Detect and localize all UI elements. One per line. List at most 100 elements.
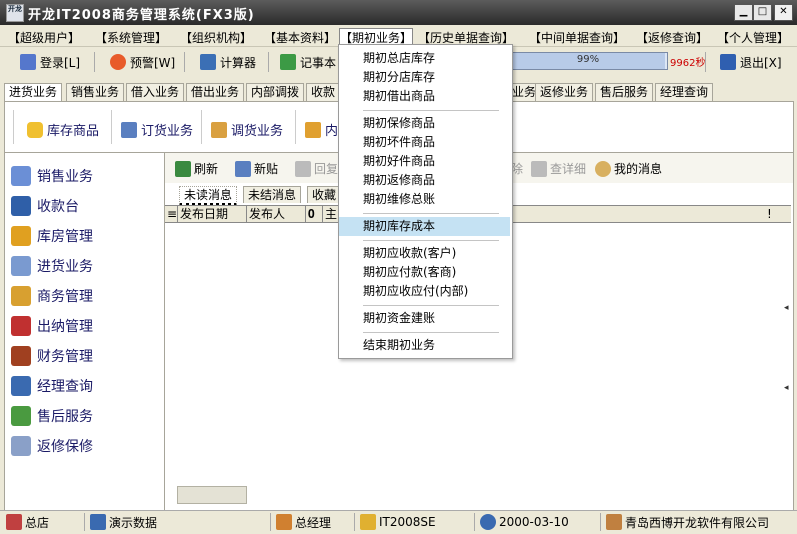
user-icon (276, 514, 292, 530)
repair-icon (11, 436, 31, 456)
nav-cashier[interactable]: 收款台 (11, 194, 79, 218)
tab-internal-transfer[interactable]: 内部调拨 (246, 83, 305, 101)
refresh-icon (175, 160, 191, 177)
menu-super-user[interactable]: 【超级用户】 (8, 29, 80, 46)
left-navigation: 销售业务 收款台 库房管理 进货业务 商务管理 出纳管理 财务管理 经理查询 售… (4, 152, 166, 511)
title-bar: 开龙 开龙IT2008商务管理系统(FX3版) ▁ □ ✕ (0, 0, 797, 25)
transfer-button[interactable]: 调货业务 (211, 120, 283, 139)
tab-unread[interactable]: 未读消息 (179, 186, 238, 206)
tab-purchase[interactable]: 进货业务 (4, 83, 63, 101)
details-button[interactable]: 查详细 (531, 160, 586, 177)
nav-after-sales[interactable]: 售后服务 (11, 404, 93, 428)
tab-open[interactable]: 未结消息 (243, 186, 302, 203)
menu-end-opening[interactable]: 结束期初业务 (339, 336, 510, 355)
menu-system[interactable]: 【系统管理】 (95, 29, 167, 46)
user-icon (20, 54, 36, 70)
close-button[interactable]: ✕ (774, 4, 793, 21)
tab-borrow-out[interactable]: 借出业务 (186, 83, 245, 101)
logout-button[interactable]: 退出[X] (720, 53, 782, 71)
search-icon (595, 160, 611, 177)
status-bar: 总店 演示数据 总经理 IT2008SE 2000-03-10 青岛西博开龙软件… (0, 510, 797, 534)
col-author[interactable]: 发布人 (247, 206, 306, 222)
chart-icon (11, 376, 31, 396)
menu-personal[interactable]: 【个人管理】 (717, 29, 789, 46)
menu-pending-query[interactable]: 【中间单据查询】 (529, 29, 625, 46)
nav-teller[interactable]: 出纳管理 (11, 314, 93, 338)
menu-opening-repair-ledger[interactable]: 期初维修总账 (339, 190, 510, 209)
nav-sales[interactable]: 销售业务 (11, 164, 93, 188)
opening-business-dropdown: 期初总店库存 期初分店库存 期初借出商品 期初保修商品 期初坏件商品 期初好件商… (338, 44, 513, 359)
status-demo: 演示数据 (90, 514, 157, 530)
cash-register-icon (11, 196, 31, 216)
new-document-icon (235, 160, 251, 177)
details-icon (531, 160, 547, 177)
nav-purchase[interactable]: 进货业务 (11, 254, 93, 278)
database-icon (27, 121, 43, 138)
menu-opening-internal[interactable]: 期初应收应付(内部) (339, 282, 510, 301)
coins-icon (11, 316, 31, 336)
exit-icon (720, 54, 736, 70)
menu-organization[interactable]: 【组织机构】 (180, 29, 252, 46)
internal-button[interactable]: 内 (305, 120, 338, 139)
menu-opening-hq-stock[interactable]: 期初总店库存 (339, 49, 510, 68)
new-post-button[interactable]: 新贴 (235, 160, 278, 177)
tab-sales[interactable]: 销售业务 (66, 83, 125, 101)
menu-opening-funds[interactable]: 期初资金建账 (339, 309, 510, 328)
maximize-button[interactable]: □ (753, 4, 772, 21)
menu-opening-branch-stock[interactable]: 期初分店库存 (339, 68, 510, 87)
add-icon (305, 121, 321, 138)
menu-opening-lent-goods[interactable]: 期初借出商品 (339, 87, 510, 106)
menu-opening-broken-goods[interactable]: 期初坏件商品 (339, 133, 510, 152)
window-title: 开龙IT2008商务管理系统(FX3版) (28, 8, 255, 23)
store-icon (6, 514, 22, 530)
tab-manager-query[interactable]: 经理查询 (655, 83, 714, 101)
horizontal-scrollbar[interactable] (177, 486, 247, 504)
tab-repair[interactable]: 返修业务 (535, 83, 594, 101)
menu-opening-repair-goods[interactable]: 期初返修商品 (339, 171, 510, 190)
menu-repair-query[interactable]: 【返修查询】 (636, 29, 708, 46)
minimize-button[interactable]: ▁ (734, 4, 753, 21)
nav-business[interactable]: 商务管理 (11, 284, 93, 308)
ledger-icon (11, 346, 31, 366)
inventory-button[interactable]: 库存商品 (27, 120, 99, 139)
window-icon (90, 514, 106, 530)
pen-icon (11, 166, 31, 186)
status-company: 青岛西博开龙软件有限公司 (606, 514, 769, 530)
attachment-icon: 𝟎 (306, 206, 323, 222)
menu-opening-good-parts[interactable]: 期初好件商品 (339, 152, 510, 171)
menu-opening-receivable-customer[interactable]: 期初应收款(客户) (339, 244, 510, 263)
my-messages-button[interactable]: 我的消息 (595, 160, 662, 177)
alert-button[interactable]: 预警[W] (110, 53, 175, 71)
calculator-button[interactable]: 计算器 (200, 53, 256, 71)
notepad-button[interactable]: 记事本 (280, 53, 336, 71)
calculator-icon (200, 54, 216, 70)
nav-manager-query[interactable]: 经理查询 (11, 374, 93, 398)
reply-button[interactable]: 回复 (295, 160, 338, 177)
status-role: 总经理 (276, 514, 331, 530)
progress-text: 99% (576, 54, 600, 65)
nav-finance[interactable]: 财务管理 (11, 344, 93, 368)
col-date[interactable]: 发布日期 (178, 206, 247, 222)
collapse-arrows-icon[interactable]: ◂ ◂ (784, 303, 789, 393)
row-selector-icon: ≡ (167, 206, 178, 222)
login-button[interactable]: 登录[L] (20, 53, 80, 71)
phone-icon (11, 286, 31, 306)
nav-repair[interactable]: 返修保修 (11, 434, 93, 458)
order-button[interactable]: 订货业务 (121, 120, 193, 139)
nav-warehouse[interactable]: 库房管理 (11, 224, 93, 248)
menu-basic-data[interactable]: 【基本资料】 (264, 29, 336, 46)
tab-favorites[interactable]: 收藏 (307, 186, 342, 203)
menu-opening-stock-cost[interactable]: 期初库存成本 (339, 217, 510, 236)
tab-receipts[interactable]: 收款 (306, 83, 341, 101)
status-date: 2000-03-10 (480, 514, 569, 530)
refresh-button[interactable]: 刷新 (175, 160, 218, 177)
tab-borrow-in[interactable]: 借入业务 (126, 83, 185, 101)
menu-opening-payable-supplier[interactable]: 期初应付款(客商) (339, 263, 510, 282)
tab-after-sales[interactable]: 售后服务 (595, 83, 654, 101)
status-branch: 总店 (6, 514, 49, 530)
sms-counter: 9962秒 (670, 58, 706, 69)
menu-opening-warranty-goods[interactable]: 期初保修商品 (339, 114, 510, 133)
priority-icon: ! (767, 207, 772, 221)
reply-icon (295, 160, 311, 177)
progress-bar: 99% (508, 52, 668, 70)
